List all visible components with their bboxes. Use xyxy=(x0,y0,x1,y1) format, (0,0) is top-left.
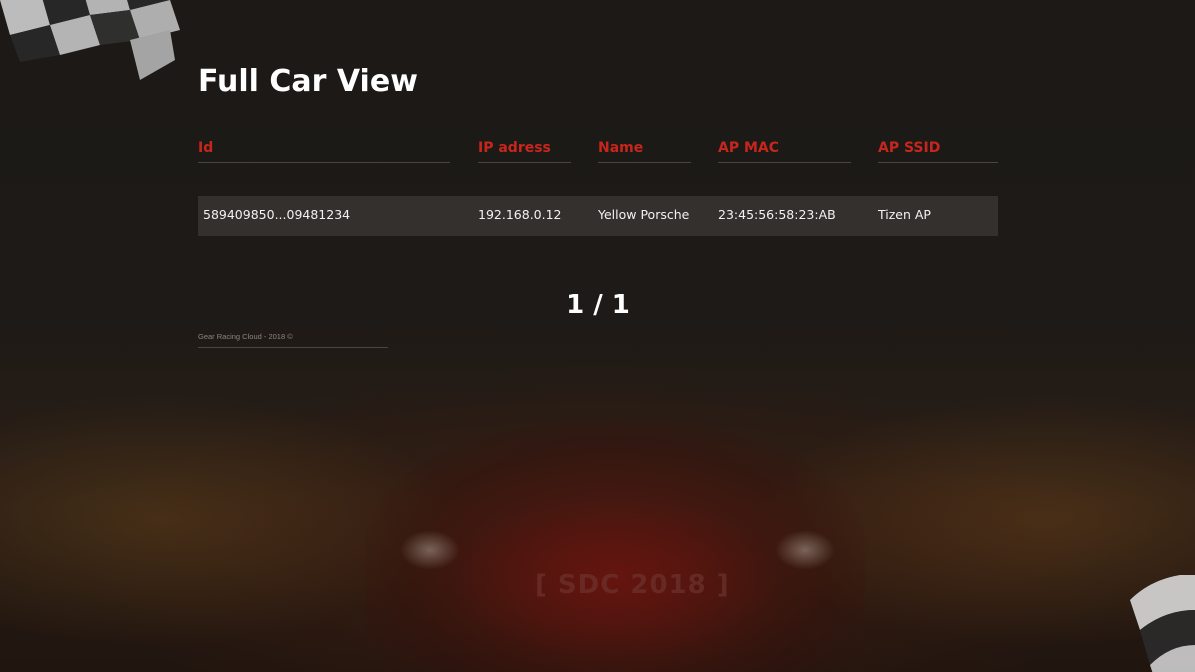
pagination-indicator: 1 / 1 xyxy=(566,290,630,320)
column-header-id: Id xyxy=(198,140,450,163)
cell-ip-address: 192.168.0.12 xyxy=(478,207,562,222)
cell-id: 589409850...09481234 xyxy=(203,207,351,222)
cell-ap-ssid: Tizen AP xyxy=(878,207,931,222)
page-title: Full Car View xyxy=(198,64,418,99)
left-headlight-glow xyxy=(400,530,460,570)
app-window: [ SDC 2018 ] Full Car View Id IP adress … xyxy=(0,0,1195,672)
column-header-ip-address: IP adress xyxy=(478,140,571,163)
column-header-ap-mac: AP MAC xyxy=(718,140,851,163)
cell-ap-mac: 23:45:56:58:23:AB xyxy=(718,207,836,222)
column-header-ap-ssid: AP SSID xyxy=(878,140,998,163)
footer-copyright: Gear Racing Cloud - 2018 © xyxy=(198,332,388,348)
background-plate-text: [ SDC 2018 ] xyxy=(535,570,730,600)
right-headlight-glow xyxy=(775,530,835,570)
table-row[interactable]: 589409850...09481234 192.168.0.12 Yellow… xyxy=(198,196,998,236)
checkered-flag-top-left-icon xyxy=(0,0,180,80)
checkered-flag-bottom-right-icon xyxy=(1130,575,1195,672)
cell-name: Yellow Porsche xyxy=(598,207,690,222)
column-header-name: Name xyxy=(598,140,691,163)
